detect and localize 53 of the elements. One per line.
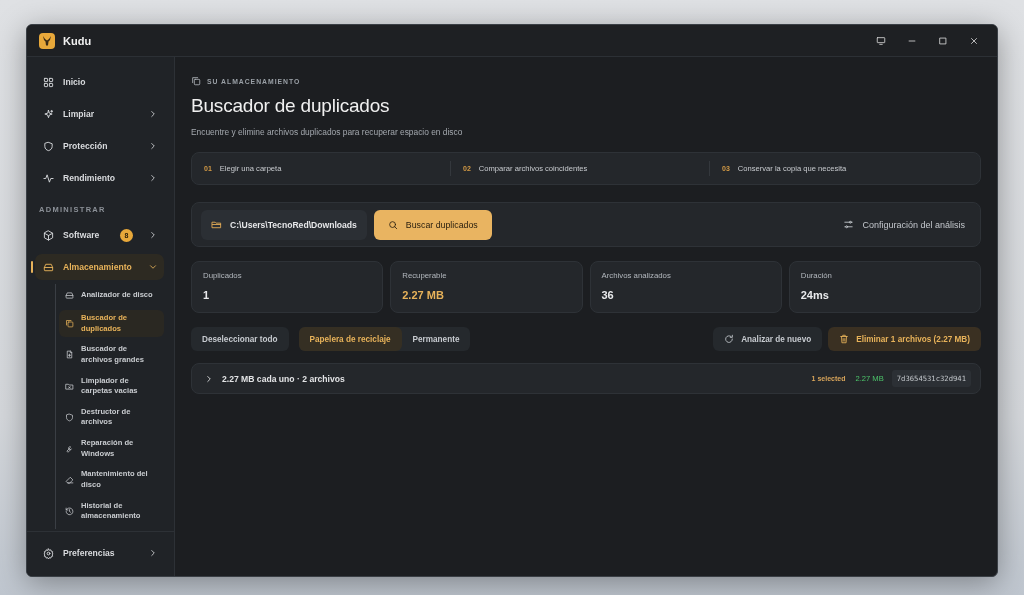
group-title: 2.27 MB cada uno · 2 archivos <box>222 373 346 384</box>
chevron-right-icon <box>148 230 158 240</box>
window-title: Kudu <box>63 34 92 47</box>
close-icon <box>968 35 979 46</box>
chevron-right-icon <box>148 141 158 151</box>
delete-mode-tab[interactable]: Papelera de reciclaje <box>298 327 402 351</box>
shield-icon <box>65 412 74 422</box>
chevron-right-icon <box>148 548 158 558</box>
sidebar-item[interactable]: Limpiar <box>35 101 164 127</box>
eraser-icon <box>65 475 74 485</box>
folder-picker[interactable]: C:\Users\TecnoRed\Downloads <box>201 209 367 240</box>
trash-icon <box>839 334 850 344</box>
app-logo <box>39 32 55 49</box>
sidebar-item[interactable]: Inicio <box>35 69 164 95</box>
copy-icon <box>65 319 74 329</box>
history-icon <box>65 506 74 516</box>
copy-icon <box>191 76 201 86</box>
drive-icon <box>43 261 54 273</box>
stat-value: 24ms <box>800 289 830 301</box>
sidebar-item[interactable]: Rendimiento <box>35 165 164 191</box>
maximize-icon <box>937 35 948 46</box>
stat-value: 2.27 MB <box>402 289 445 301</box>
drive-icon <box>65 290 74 300</box>
chevron-right-icon <box>148 109 158 119</box>
display-icon <box>875 35 886 46</box>
search-button[interactable]: Buscar duplicados <box>373 209 492 240</box>
delete-button[interactable]: Eliminar 1 archivos (2.27 MB) <box>828 327 981 351</box>
stat-value: 1 <box>203 289 211 301</box>
chevron-right-icon <box>148 173 158 183</box>
settings-sliders-icon <box>843 219 855 230</box>
sparkle-icon <box>43 108 54 120</box>
search-icon <box>387 219 398 230</box>
refresh-icon <box>724 334 735 344</box>
chevron-down-icon <box>148 262 158 272</box>
pulse-icon <box>43 172 54 184</box>
cube-icon <box>43 229 54 241</box>
delete-mode-tab[interactable]: Permanente <box>401 327 471 351</box>
chevron-right-icon <box>204 373 214 384</box>
deselect-button[interactable]: Deseleccionar todo <box>191 327 289 351</box>
folder-icon <box>211 219 222 230</box>
sidebar-item[interactable]: Preferencias <box>35 540 164 566</box>
gear-icon <box>43 547 54 559</box>
wrench-icon <box>65 444 74 454</box>
shield-icon <box>43 140 54 152</box>
folder-icon <box>65 381 74 391</box>
sidebar-item[interactable]: Protección <box>35 133 164 159</box>
settings-link[interactable]: Configuración del análisis <box>837 219 971 230</box>
rescan-button[interactable]: Analizar de nuevo <box>713 327 823 351</box>
file-icon <box>65 350 74 360</box>
stat-value: 36 <box>601 289 615 301</box>
page-title: Buscador de duplicados <box>191 95 391 117</box>
grid-icon <box>43 76 54 88</box>
page-description: Encuentre y elimine archivos duplicados para recuperar espacio en disco <box>191 127 464 137</box>
